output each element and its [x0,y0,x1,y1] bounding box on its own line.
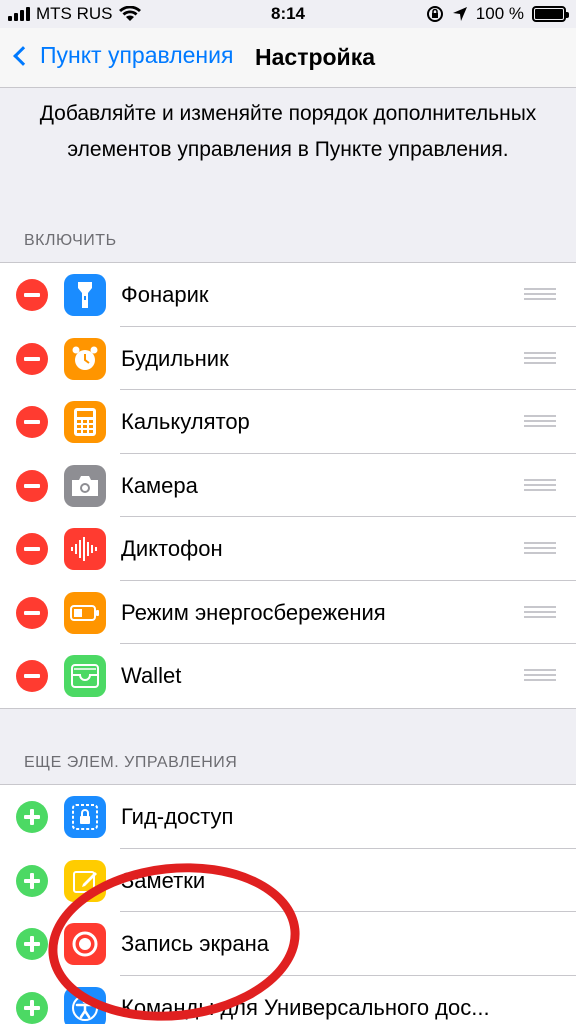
reorder-handle[interactable] [524,669,556,683]
guided-access-icon [64,796,106,838]
remove-button[interactable] [16,406,48,438]
remove-button[interactable] [16,596,48,629]
item-label: Режим энергосбережения [121,599,386,625]
item-label: Будильник [121,345,229,371]
item-label: Запись экрана [121,931,270,956]
battery-icon [532,6,569,22]
reorder-handle[interactable] [524,415,556,429]
location-icon [452,7,467,21]
add-button[interactable] [16,801,48,833]
item-label: Wallet [121,663,182,688]
list-item: Гид-доступ [0,785,576,849]
list-item: Wallet [0,644,576,708]
reorder-handle[interactable] [524,351,556,366]
reorder-handle[interactable] [524,478,556,493]
list-item: Режим энергосбережения [0,581,576,644]
item-label: Заметки [121,867,206,893]
reorder-handle[interactable] [524,605,556,620]
wallet-icon [64,655,106,697]
list-item: Запись экрана [0,912,576,976]
flashlight-icon [64,274,106,316]
item-label: Фонарик [121,282,209,307]
add-button[interactable] [16,928,48,960]
list-item: Будильник [0,327,576,390]
list-item: Фонарик [0,263,576,327]
more-section-header: ЕЩЕ ЭЛЕМ. УПРАВЛЕНИЯ [24,754,238,771]
chevron-left-icon [13,45,33,66]
screen-record-icon [64,923,106,965]
notes-icon [64,859,106,902]
battery-percent: 100 % [475,4,524,23]
item-label: Диктофон [121,536,223,561]
list-item: Заметки [0,849,576,912]
list-item: Камера [0,454,576,517]
list-item: Команды для Универсального дос... [0,976,576,1024]
more-list: Гид-доступ Заметки Запись экрана Команды… [0,784,576,1024]
description-text: Добавляйте и изменяйте порядок дополните… [39,102,537,161]
alarm-clock-icon [64,337,106,380]
list-item: Калькулятор [0,390,576,454]
nav-bar: Пункт управления Настройка [0,28,576,88]
reorder-handle[interactable] [524,288,556,302]
page-title: Настройка [255,44,375,70]
status-bar: MTS RUS 8:14 100 % [0,0,576,28]
orientation-lock-icon [426,6,443,22]
calculator-icon [64,401,106,443]
include-section-header: ВКЛЮЧИТЬ [24,232,117,249]
back-label: Пункт управления [40,42,234,68]
item-label: Камера [121,472,198,498]
item-label: Калькулятор [121,409,250,434]
remove-button[interactable] [16,279,48,311]
remove-button[interactable] [16,342,48,375]
reorder-handle[interactable] [524,542,556,556]
voice-memo-icon [64,528,106,570]
accessibility-icon [64,986,106,1024]
remove-button[interactable] [16,660,48,692]
list-item: Диктофон [0,517,576,581]
item-label: Команды для Универсального дос... [121,994,490,1020]
item-label: Гид-доступ [121,804,234,829]
remove-button[interactable] [16,533,48,565]
status-right: 100 % [426,4,569,24]
back-button[interactable]: Пункт управления [10,42,233,69]
camera-icon [64,464,106,507]
add-button[interactable] [16,991,48,1024]
add-button[interactable] [16,864,48,897]
include-list: Фонарик Будильник Калькулятор Камера Дик… [0,262,576,709]
battery-icon [64,591,106,634]
remove-button[interactable] [16,469,48,502]
